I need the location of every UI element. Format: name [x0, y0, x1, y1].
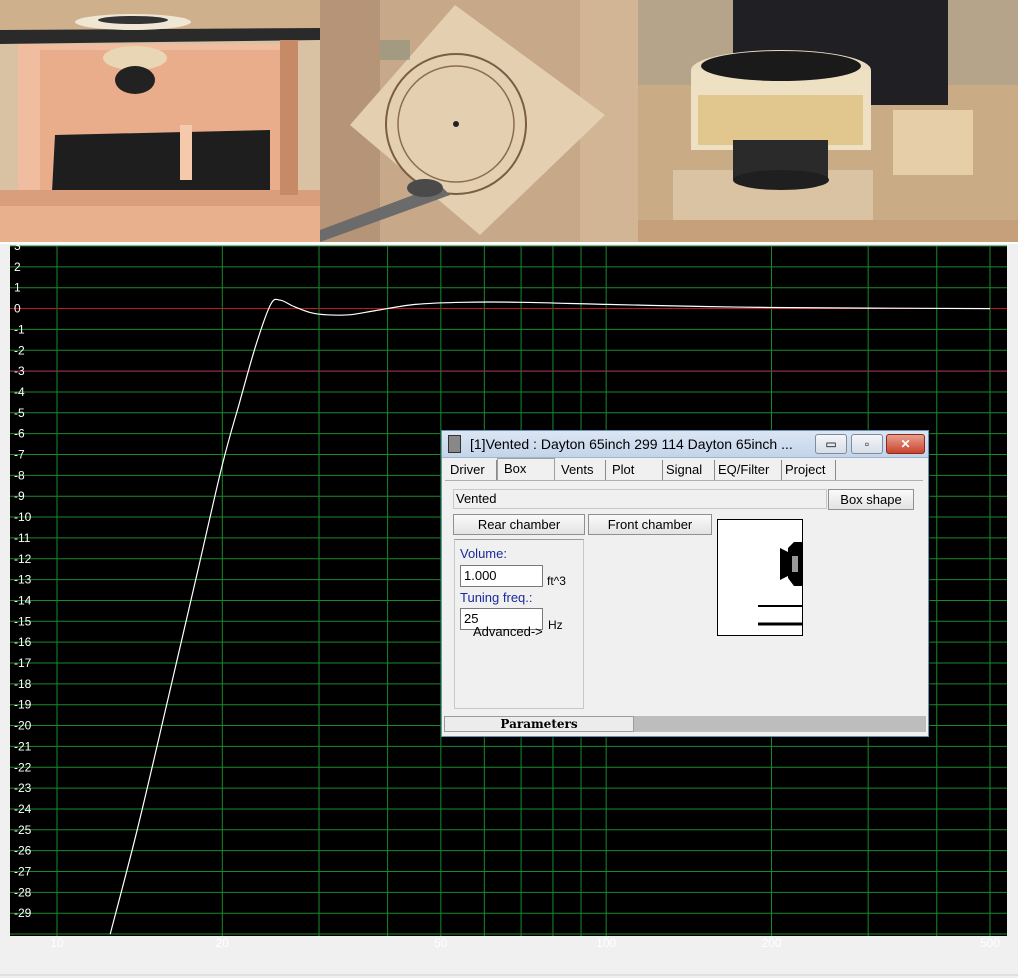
y-tick-label: -4: [14, 385, 25, 399]
front-chamber-button[interactable]: Front chamber: [588, 514, 712, 535]
y-tick-label: -20: [14, 719, 32, 733]
y-tick-label: -10: [14, 510, 32, 524]
x-tick-label: 100: [596, 936, 616, 950]
box-shape-button[interactable]: Box shape: [828, 489, 914, 510]
y-tick-label: -19: [14, 698, 32, 712]
y-tick-label: -21: [14, 739, 32, 753]
box-parameters-window: [1]Vented : Dayton 65inch 299 114 Dayton…: [441, 430, 929, 737]
tuning-freq-unit: Hz: [548, 618, 563, 632]
tab-vents[interactable]: Vents: [555, 460, 606, 480]
window-title: [1]Vented : Dayton 65inch 299 114 Dayton…: [470, 436, 793, 452]
window-titlebar[interactable]: [1]Vented : Dayton 65inch 299 114 Dayton…: [442, 431, 928, 458]
y-tick-label: -15: [14, 614, 32, 628]
advanced-link[interactable]: Advanced->: [473, 624, 543, 639]
parameters-status-label: Parameters: [444, 716, 634, 732]
app-icon: [448, 435, 461, 453]
y-tick-label: -17: [14, 656, 32, 670]
close-button[interactable]: ✕: [886, 434, 925, 454]
y-tick-label: -22: [14, 760, 32, 774]
rear-chamber-button[interactable]: Rear chamber: [453, 514, 585, 535]
y-tick-label: -3: [14, 364, 25, 378]
tab-box[interactable]: Box: [497, 458, 555, 481]
volume-input[interactable]: 1.000: [460, 565, 543, 587]
x-tick-label: 10: [50, 936, 64, 950]
y-tick-label: -8: [14, 468, 25, 482]
volume-unit: ft^3: [547, 574, 566, 588]
tab-signal[interactable]: Signal: [660, 460, 715, 480]
y-tick-label: -18: [14, 677, 32, 691]
y-tick-label: -24: [14, 802, 32, 816]
x-tick-label: 20: [216, 936, 230, 950]
status-bar: Parameters: [444, 716, 926, 732]
y-tick-label: -26: [14, 844, 32, 858]
x-tick-label: 50: [434, 936, 448, 950]
y-tick-label: -23: [14, 781, 32, 795]
y-tick-label: -14: [14, 593, 32, 607]
x-tick-label: 500: [980, 936, 1000, 950]
box-tab-panel: Vented Box shape Rear chamber Front cham…: [445, 480, 923, 713]
box-type-field[interactable]: Vented: [453, 489, 827, 509]
tab-bar: Driver Box Vents Plot Signal EQ/Filter P…: [444, 458, 926, 481]
y-tick-label: -11: [14, 531, 31, 545]
y-tick-label: -9: [14, 489, 25, 503]
speaker-enclosure-photo: [0, 0, 320, 242]
y-tick-label: -6: [14, 427, 25, 441]
y-tick-label: 2: [14, 260, 21, 274]
y-tick-label: -25: [14, 823, 32, 837]
y-tick-label: -12: [14, 552, 32, 566]
tab-project[interactable]: Project: [779, 460, 836, 480]
maximize-button[interactable]: ▫: [851, 434, 883, 454]
y-tick-label: 1: [14, 281, 21, 295]
box-shape-preview: [717, 519, 803, 636]
speaker-driver-photo: [638, 0, 1018, 242]
tab-plot[interactable]: Plot: [606, 460, 663, 480]
y-tick-label: 3: [14, 244, 21, 253]
y-tick-label: 0: [14, 302, 21, 316]
y-tick-label: -1: [14, 322, 25, 336]
y-tick-label: -7: [14, 448, 25, 462]
y-tick-label: -2: [14, 343, 25, 357]
photo-strip: [0, 0, 1018, 242]
tab-eq-filter[interactable]: EQ/Filter: [712, 460, 782, 480]
minimize-button[interactable]: ▭: [815, 434, 847, 454]
volume-label: Volume:: [460, 546, 507, 561]
tuning-freq-label: Tuning freq.:: [460, 590, 533, 605]
y-tick-label: -27: [14, 865, 32, 879]
y-tick-label: -29: [14, 906, 32, 920]
y-tick-label: -13: [14, 573, 32, 587]
y-tick-label: -5: [14, 406, 25, 420]
tab-driver[interactable]: Driver: [444, 460, 497, 480]
x-tick-label: 200: [761, 936, 781, 950]
speaker-baffle-photo: [320, 0, 638, 242]
y-tick-label: -28: [14, 885, 32, 899]
y-tick-label: -16: [14, 635, 32, 649]
